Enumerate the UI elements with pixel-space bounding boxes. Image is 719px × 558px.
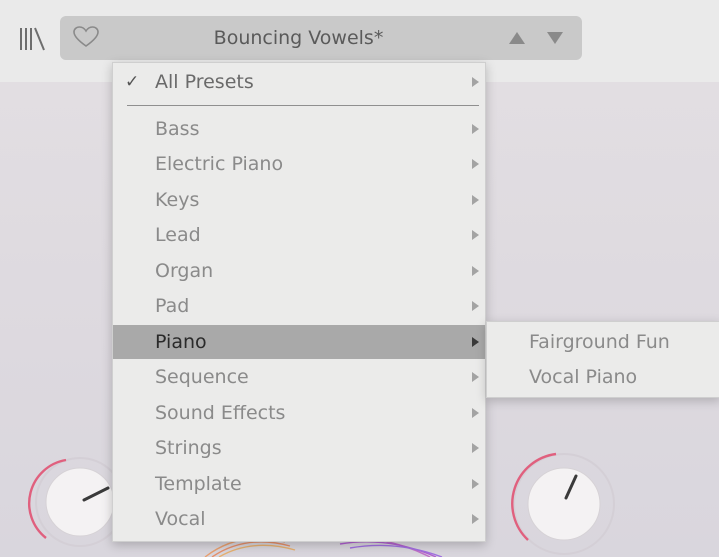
menu-item-lead[interactable]: Lead: [113, 218, 485, 252]
preset-selector[interactable]: Bouncing Vowels*: [60, 16, 582, 60]
menu-item-vocal[interactable]: Vocal: [113, 502, 485, 536]
library-icon[interactable]: [18, 26, 46, 52]
menu-item-bass[interactable]: Bass: [113, 112, 485, 146]
submenu-item-vocal-piano[interactable]: Vocal Piano: [487, 360, 719, 394]
menu-item-label: Keys: [155, 189, 200, 211]
triangle-up-icon[interactable]: [508, 30, 526, 46]
menu-item-label: Electric Piano: [155, 153, 284, 175]
menu-item-label: Template: [155, 473, 242, 495]
menu-item-sound-effects[interactable]: Sound Effects: [113, 396, 485, 430]
menu-item-template[interactable]: Template: [113, 467, 485, 501]
submenu-item-label: Vocal Piano: [529, 366, 638, 388]
menu-item-organ[interactable]: Organ: [113, 254, 485, 288]
menu-item-sequence[interactable]: Sequence: [113, 360, 485, 394]
chevron-right-icon: [472, 337, 479, 347]
menu-item-keys[interactable]: Keys: [113, 183, 485, 217]
menu-item-label: Sound Effects: [155, 402, 286, 424]
preset-category-menu: ✓ All Presets Bass Electric Piano Keys L…: [112, 62, 486, 542]
chevron-right-icon: [472, 443, 479, 453]
submenu-item-fairground-fun[interactable]: Fairground Fun: [487, 325, 719, 359]
chevron-right-icon: [472, 266, 479, 276]
knob-right[interactable]: [508, 448, 618, 558]
menu-item-strings[interactable]: Strings: [113, 431, 485, 465]
preset-name[interactable]: Bouncing Vowels*: [160, 16, 437, 60]
chevron-right-icon: [472, 195, 479, 205]
menu-divider: [127, 105, 479, 106]
chevron-right-icon: [472, 77, 479, 87]
menu-item-label: Pad: [155, 295, 190, 317]
chevron-right-icon: [472, 301, 479, 311]
menu-item-all-presets[interactable]: ✓ All Presets: [113, 65, 485, 99]
menu-item-label: Piano: [155, 331, 207, 353]
chevron-right-icon: [472, 514, 479, 524]
chevron-right-icon: [472, 408, 479, 418]
chevron-right-icon: [472, 159, 479, 169]
menu-item-label: All Presets: [155, 71, 254, 93]
menu-item-piano[interactable]: Piano: [113, 325, 485, 359]
menu-item-label: Lead: [155, 224, 201, 246]
menu-item-label: Vocal: [155, 508, 206, 530]
chevron-right-icon: [472, 230, 479, 240]
menu-item-label: Strings: [155, 437, 222, 459]
heart-icon[interactable]: [72, 25, 100, 49]
chevron-right-icon: [472, 372, 479, 382]
knob-left[interactable]: [26, 450, 126, 550]
menu-item-label: Bass: [155, 118, 200, 140]
chevron-right-icon: [472, 124, 479, 134]
piano-submenu: Fairground Fun Vocal Piano: [486, 321, 719, 398]
menu-item-label: Sequence: [155, 366, 249, 388]
triangle-down-icon[interactable]: [546, 30, 564, 46]
check-icon: ✓: [125, 72, 140, 92]
submenu-item-label: Fairground Fun: [529, 331, 670, 353]
chevron-right-icon: [472, 479, 479, 489]
menu-item-pad[interactable]: Pad: [113, 289, 485, 323]
menu-item-label: Organ: [155, 260, 214, 282]
menu-item-electric-piano[interactable]: Electric Piano: [113, 147, 485, 181]
